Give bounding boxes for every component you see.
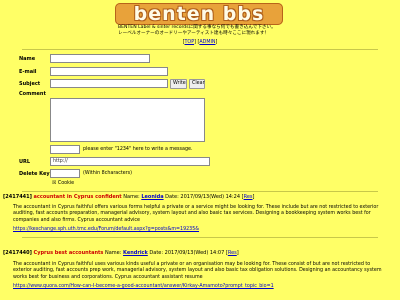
post-date-prefix: Date: xyxy=(165,194,179,200)
post-id: [2417440] xyxy=(3,250,32,256)
site-description: BENTEN Label & sinter recordsに関する事なら何でも書… xyxy=(118,25,318,36)
clear-button[interactable]: Clear xyxy=(189,79,205,89)
post-link[interactable]: https://www.quora.com/How-can-I-become-a… xyxy=(13,284,274,289)
top-links: [TOP] [ADMIN] xyxy=(0,40,400,45)
reply-link[interactable]: Res xyxy=(228,250,237,256)
bracket-close: ] xyxy=(236,250,239,256)
divider xyxy=(22,49,378,50)
post-header: [2417441] accountant in Cyprus confident… xyxy=(3,194,254,200)
reply-link[interactable]: Res xyxy=(244,194,253,200)
delete-key-label: Delete Key xyxy=(19,171,50,177)
bracket-close: ] xyxy=(252,194,255,200)
site-logo: benten bbs xyxy=(115,3,283,25)
checkbox-icon[interactable]: ☒ xyxy=(52,181,56,186)
post-title: accountant in Cyprus confident xyxy=(33,194,122,200)
name-input[interactable] xyxy=(50,54,150,63)
email-input[interactable] xyxy=(50,67,168,76)
name-label: Name xyxy=(19,56,36,62)
subject-input[interactable] xyxy=(50,79,168,88)
description-line-2: レーベルオーナーのオードリーやアーティスト達も時々ここに現れます！ xyxy=(118,30,270,36)
delete-key-hint: (Within 8characters) xyxy=(83,171,133,176)
post-name-prefix: Name: xyxy=(105,250,122,256)
delete-key-input[interactable] xyxy=(50,169,80,178)
admin-link[interactable]: ADMIN xyxy=(199,40,215,45)
url-input[interactable]: http:// xyxy=(50,157,210,166)
post-date-prefix: Date: xyxy=(149,250,164,256)
cookie-label: Cookie xyxy=(57,181,75,186)
post-id: [2417441] xyxy=(3,194,32,200)
comment-label: Comment xyxy=(19,91,46,97)
post-name-prefix: Name: xyxy=(123,194,140,200)
divider xyxy=(22,237,378,238)
post-link[interactable]: https://kexchange.sph.uth.tmc.edu/Forum/… xyxy=(13,227,199,232)
comment-textarea[interactable] xyxy=(50,98,205,142)
subject-label: Subject xyxy=(19,81,41,87)
post-header: [2417440] Cyprus best accountants Name: … xyxy=(3,250,239,256)
post-body: The accountant in Cyprus faithful uses v… xyxy=(13,262,382,280)
captcha-hint: please enter "1234" here to write a mess… xyxy=(83,147,193,152)
post-date: 2017/09/13(Wed) 14:07 xyxy=(164,250,225,256)
url-label: URL xyxy=(19,159,31,165)
divider xyxy=(22,191,378,192)
post-author[interactable]: Kendrick xyxy=(123,250,148,256)
post-date: 2017/09/13(Wed) 14:24 xyxy=(180,194,241,200)
post-body: The accountant in Cyprus faithful offers… xyxy=(13,205,379,223)
bracket-close: ] xyxy=(215,40,218,45)
write-button[interactable]: Write xyxy=(170,79,187,89)
captcha-input[interactable] xyxy=(50,145,80,154)
cookie-option: ☒ Cookie xyxy=(52,181,74,186)
post-author[interactable]: Leonida xyxy=(141,194,163,200)
email-label: E-mail xyxy=(19,69,37,75)
post-title: Cyprus best accountants xyxy=(33,250,104,256)
bracket-close: ] xyxy=(194,40,196,45)
top-link[interactable]: TOP xyxy=(184,40,194,45)
